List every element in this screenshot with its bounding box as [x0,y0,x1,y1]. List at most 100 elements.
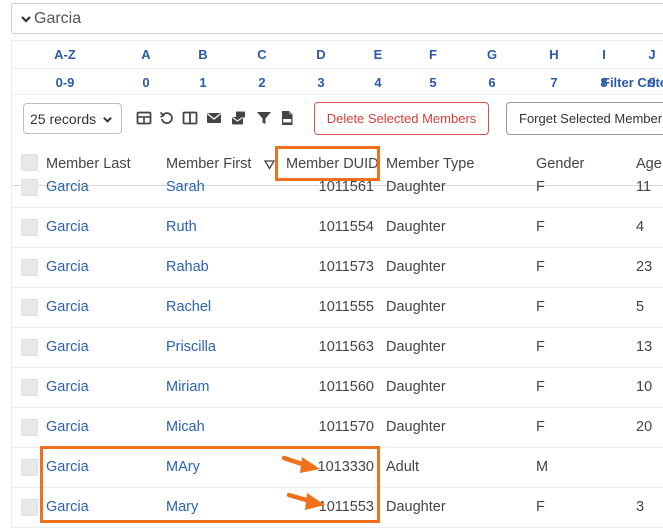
letter-link-4[interactable]: D [316,47,325,62]
chevron-down-icon [103,116,112,123]
member-first-link[interactable]: Miriam [166,379,210,395]
digit-link-1[interactable]: 0 [142,75,149,90]
gender: F [536,299,545,315]
member-duid: 1011563 [318,339,374,355]
letter-link-1[interactable]: A [141,47,150,62]
age: 5 [636,299,645,315]
letter-row: A-Z A B C D E F G H I J [12,41,663,67]
letter-link-6[interactable]: F [429,47,437,62]
member-duid: 1011560 [318,379,374,395]
member-last-link[interactable]: Garcia [46,339,89,355]
age: 10 [636,379,653,395]
member-last-link[interactable]: Garcia [46,219,89,235]
member-duid: 1011554 [318,219,374,235]
age: 13 [636,339,653,355]
search-filter-bar[interactable]: Garcia [11,3,663,34]
member-type: Daughter [386,419,446,435]
table-row[interactable]: Garcia Priscilla 1011563 Daughter F 13 [12,328,663,368]
table-row[interactable]: Garcia Rahab 1011573 Daughter F 23 [12,248,663,288]
member-first-link[interactable]: Sarah [166,179,205,195]
age: 20 [636,419,653,435]
member-last-link[interactable]: Garcia [46,179,89,195]
member-first-link[interactable]: Rachel [166,299,211,315]
search-value: Garcia [34,9,82,27]
member-type: Daughter [386,499,446,515]
member-duid: 1011561 [318,179,374,195]
digit-link-10[interactable]: 9 [648,75,655,90]
table-row[interactable]: Garcia Rachel 1011555 Daughter F 5 [12,288,663,328]
letter-link-8[interactable]: H [549,47,558,62]
member-type: Adult [386,459,420,475]
alphabet-navigation: A-ZABCDEFGHIJ Filter Criter 0-9012345678… [11,40,663,94]
gender: F [536,339,545,355]
digit-link-8[interactable]: 7 [550,75,557,90]
letter-link-7[interactable]: G [487,47,497,62]
table-row[interactable]: Garcia Micah 1011570 Daughter F 20 [12,408,663,448]
letter-link-2[interactable]: B [198,47,207,62]
delete-selected-members-button[interactable]: Delete Selected Members [314,102,489,135]
envelope-icon[interactable] [206,110,222,126]
member-duid: 1011573 [318,259,374,275]
digit-link-5[interactable]: 4 [374,75,381,90]
table-icon[interactable] [136,110,152,126]
member-duid: 1011570 [318,419,374,435]
digit-link-6[interactable]: 5 [429,75,436,90]
row-checkbox[interactable] [21,419,38,436]
gender: F [536,419,545,435]
undo-icon[interactable] [159,110,175,126]
arrow-icon [282,455,320,473]
letter-link-3[interactable]: C [257,47,266,62]
age: 23 [636,259,653,275]
csv-icon[interactable] [279,110,295,126]
row-checkbox[interactable] [21,379,38,396]
records-per-page-select[interactable]: 25 records [23,103,122,134]
member-type: Daughter [386,339,446,355]
gender: F [536,499,545,515]
digit-link-2[interactable]: 1 [199,75,206,90]
member-type: Daughter [386,379,446,395]
member-last-link[interactable]: Garcia [46,379,89,395]
member-last-link[interactable]: Garcia [46,419,89,435]
digit-link-3[interactable]: 2 [258,75,265,90]
age: 3 [636,499,645,515]
toolbar: 25 records Delete Selected Members Forge… [11,94,663,142]
records-select-value: 25 records [30,110,97,127]
age: 11 [636,179,652,195]
row-checkbox[interactable] [21,299,38,316]
letter-link-0[interactable]: A-Z [54,47,76,62]
row-checkbox[interactable] [21,499,38,516]
member-type: Daughter [386,299,446,315]
columns-icon[interactable] [182,110,198,126]
member-first-link[interactable]: Micah [166,419,205,435]
member-first-link[interactable]: Ruth [166,219,197,235]
row-checkbox[interactable] [21,259,38,276]
digit-link-9[interactable]: 8 [600,75,607,90]
row-checkbox[interactable] [21,339,38,356]
letter-link-5[interactable]: E [374,47,383,62]
member-first-link[interactable]: Priscilla [166,339,216,355]
gender: F [536,179,545,195]
member-first-link[interactable]: Rahab [166,259,209,275]
member-last-link[interactable]: Garcia [46,299,89,315]
duplicate-rows-highlight [40,446,380,523]
digit-link-7[interactable]: 6 [488,75,495,90]
digit-link-0[interactable]: 0-9 [56,75,75,90]
letter-link-10[interactable]: J [648,47,655,62]
age: 4 [636,219,645,235]
forget-selected-member-button[interactable]: Forget Selected Member [506,102,663,135]
row-checkbox[interactable] [21,179,38,196]
row-checkbox[interactable] [21,459,38,476]
letter-link-9[interactable]: I [602,47,606,62]
mail-merge-icon[interactable] [231,110,247,126]
digit-link-4[interactable]: 3 [317,75,324,90]
filter-icon[interactable] [256,110,272,126]
member-last-link[interactable]: Garcia [46,259,89,275]
gender: F [536,219,545,235]
chevron-down-icon [21,15,31,23]
member-duid: 1011555 [318,299,374,315]
row-checkbox[interactable] [21,219,38,236]
gender: F [536,379,545,395]
member-type: Daughter [386,219,446,235]
table-row[interactable]: Garcia Miriam 1011560 Daughter F 10 [12,368,663,408]
table-row[interactable]: Garcia Ruth 1011554 Daughter F 4 [12,208,663,248]
